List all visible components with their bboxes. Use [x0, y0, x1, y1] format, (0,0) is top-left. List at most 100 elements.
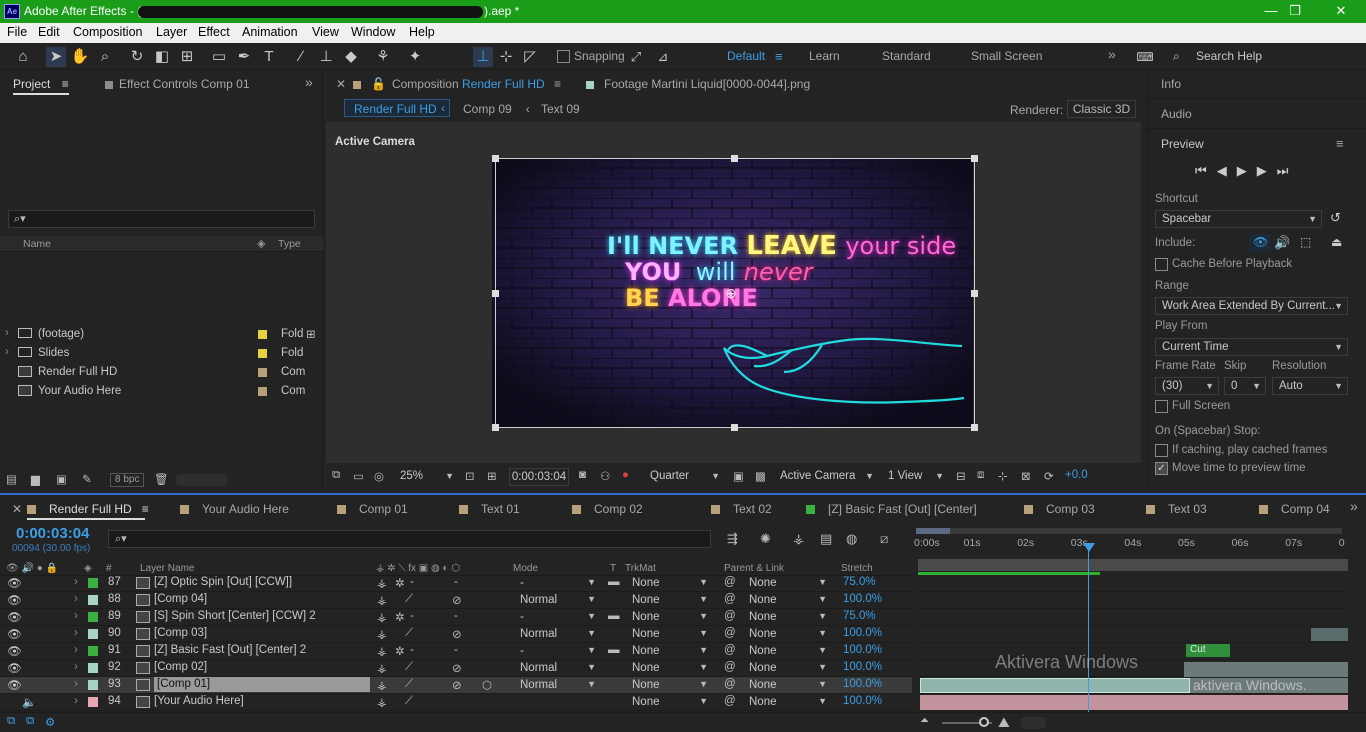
delete-icon[interactable]: 🗑: [154, 472, 169, 486]
layer-duration-track[interactable]: [918, 592, 1348, 609]
timeline-scrollbar[interactable]: [1020, 717, 1046, 729]
rotate-tool-icon[interactable]: ↻: [127, 47, 147, 67]
expand-arrow-icon[interactable]: ›: [74, 576, 78, 588]
if-caching-checkbox[interactable]: [1155, 444, 1168, 457]
layer-duration-track[interactable]: [918, 575, 1348, 592]
zoom-tool-icon[interactable]: ⌕: [95, 47, 115, 67]
blend-mode-dropdown[interactable]: - ▼: [514, 609, 600, 625]
track-matte-dropdown[interactable]: None ▼: [626, 694, 712, 710]
menu-view[interactable]: View: [312, 25, 339, 39]
view-layout-dropdown[interactable]: 1 View ▼: [882, 468, 948, 486]
timeline-tab[interactable]: [Z] Basic Fast [Out] [Center]: [806, 502, 977, 516]
workspace-learn[interactable]: Learn: [809, 49, 840, 63]
layer-bar[interactable]: [1184, 662, 1348, 677]
zoom-in-icon[interactable]: ⛰: [998, 714, 1010, 731]
motion-blur-switch-icon[interactable]: ⊘: [452, 661, 462, 675]
visibility-eye-icon[interactable]: 👁: [7, 576, 22, 590]
footage-tab[interactable]: Footage Martini Liquid[0000-0044].png: [586, 77, 810, 91]
layer-row[interactable]: 👁 › 90 [Comp 03] ⚶ ⟋ ⊘ Normal ▼ None ▼ @ None ▼ 100.0%: [0, 626, 912, 643]
resolution-dropdown[interactable]: Quarter ▼: [644, 468, 724, 486]
shy-switch-icon[interactable]: ⚶: [377, 593, 387, 607]
handle[interactable]: [971, 424, 978, 431]
transfer-controls-toggle-icon[interactable]: ⧉: [26, 715, 34, 728]
layer-row[interactable]: 👁 › 89 [S] Spin Short [Center] [CCW] 2 ⚶ ✲ - - -…: [0, 609, 912, 626]
region-of-interest-icon[interactable]: ▣: [733, 469, 744, 483]
layer-row[interactable]: 🔈 › 94 [Your Audio Here] ⚶ ⟋ None ▼ @ None ▼ 100.0%: [0, 694, 912, 711]
export-icon[interactable]: ⏏: [1331, 235, 1342, 249]
search-help-icon[interactable]: ⌕: [1173, 49, 1180, 64]
layer-bar-selected[interactable]: [920, 678, 1190, 693]
resolution-dropdown[interactable]: Auto ▼: [1272, 377, 1348, 395]
pick-whip-icon[interactable]: @: [724, 627, 736, 639]
col-trkmat[interactable]: TrkMat: [625, 563, 656, 574]
menu-window[interactable]: Window: [351, 25, 395, 39]
playhead-handle[interactable]: [1083, 543, 1095, 552]
view-axis-icon[interactable]: ◸: [520, 47, 540, 67]
project-item[interactable]: › Slides Fold: [0, 344, 323, 363]
toggle-pixel-aspect-icon[interactable]: ⊟: [956, 469, 966, 483]
snap-options-icon[interactable]: ⤢: [626, 47, 646, 67]
handle[interactable]: [971, 290, 978, 297]
shy-switch-icon[interactable]: ⚶: [377, 695, 387, 709]
transition-bar[interactable]: Cut: [1186, 644, 1230, 657]
track-matte-dropdown[interactable]: None ▼: [626, 660, 712, 676]
quality-switch-icon[interactable]: ⟋: [405, 695, 413, 708]
type-tool-icon[interactable]: T: [259, 47, 279, 67]
current-time-display[interactable]: 0:00:03:04: [16, 525, 89, 542]
fast-previews-icon[interactable]: ⧈: [977, 469, 984, 482]
timeline-icon[interactable]: ⊠: [1021, 469, 1031, 483]
layer-row[interactable]: 👁 › 87 [Z] Optic Spin [Out] [CCW]] ⚶ ✲ - - - ▼ ▬ No…: [0, 575, 912, 592]
include-audio-icon[interactable]: 🔊: [1274, 235, 1290, 251]
motion-blur-switch-icon[interactable]: ⊘: [452, 627, 462, 641]
workspace-default[interactable]: Default: [727, 49, 765, 63]
home-icon[interactable]: ⌂: [13, 47, 33, 67]
parent-dropdown[interactable]: None ▼: [743, 609, 831, 625]
fit-icon[interactable]: ⊡: [465, 469, 475, 483]
eraser-tool-icon[interactable]: ◆: [341, 47, 361, 67]
layer-row[interactable]: 👁 › 88 [Comp 04] ⚶ ⟋ ⊘ Normal ▼ None ▼ @ None ▼ 100.0%: [0, 592, 912, 609]
label-color-swatch[interactable]: [258, 368, 267, 377]
track-matte-dropdown[interactable]: None ▼: [626, 626, 712, 642]
breadcrumb-comp-09[interactable]: Comp 09 ‹: [463, 102, 530, 116]
motion-blur-switch-icon[interactable]: ⊘: [452, 678, 462, 692]
play-icon[interactable]: ▶: [1237, 163, 1257, 178]
preserve-transparency-icon[interactable]: ▬: [608, 610, 620, 622]
audio-panel-tab[interactable]: Audio: [1161, 107, 1192, 121]
label-color-swatch[interactable]: [258, 349, 267, 358]
collapse-switch-icon[interactable]: ✲: [395, 644, 405, 658]
menu-help[interactable]: Help: [409, 25, 435, 39]
transparency-grid-icon[interactable]: ▩: [755, 469, 766, 483]
timecode-field[interactable]: 0:00:03:04: [509, 468, 569, 486]
full-screen-checkbox[interactable]: [1155, 400, 1168, 413]
layer-name[interactable]: [Your Audio Here]: [154, 695, 244, 707]
expand-arrow-icon[interactable]: ›: [74, 627, 78, 639]
expand-arrow-icon[interactable]: ›: [74, 678, 78, 690]
expand-arrow-icon[interactable]: ›: [5, 327, 9, 339]
track-matte-dropdown[interactable]: None ▼: [626, 643, 712, 659]
monitor-icon[interactable]: ▭: [353, 469, 364, 483]
pen-tool-icon[interactable]: ✒: [234, 47, 254, 67]
visibility-eye-icon[interactable]: 👁: [7, 661, 22, 675]
work-area-bar[interactable]: [918, 559, 1348, 571]
reset-shortcut-icon[interactable]: ↺: [1330, 210, 1341, 226]
timeline-tab[interactable]: Comp 01: [337, 502, 408, 516]
col-name[interactable]: Name: [23, 238, 51, 250]
reset-exposure-icon[interactable]: ⟳: [1044, 469, 1054, 483]
layer-label-swatch[interactable]: [88, 578, 98, 588]
shy-layers-icon[interactable]: ⚶: [793, 531, 804, 547]
frame-blending-icon[interactable]: ▤: [820, 531, 832, 547]
pick-whip-icon[interactable]: @: [724, 610, 736, 622]
stretch-value[interactable]: 100.0%: [843, 661, 882, 673]
pick-whip-icon[interactable]: @: [724, 678, 736, 690]
layer-name[interactable]: [Comp 02]: [154, 661, 207, 673]
parent-dropdown[interactable]: None ▼: [743, 575, 831, 591]
stretch-value[interactable]: 100.0%: [843, 644, 882, 656]
workspace-small-screen[interactable]: Small Screen: [971, 49, 1042, 63]
visibility-eye-icon[interactable]: 👁: [7, 593, 22, 607]
navigator-bar[interactable]: [916, 528, 950, 534]
layer-row[interactable]: 👁 › 92 [Comp 02] ⚶ ⟋ ⊘ Normal ▼ None ▼ @ None ▼ 100.0%: [0, 660, 912, 677]
breadcrumb-render-full-hd[interactable]: Render Full HD ‹: [344, 99, 450, 117]
in-out-toggle-icon[interactable]: ⚙: [45, 715, 55, 729]
parent-dropdown[interactable]: None ▼: [743, 626, 831, 642]
search-help-input[interactable]: Search Help: [1196, 49, 1262, 63]
